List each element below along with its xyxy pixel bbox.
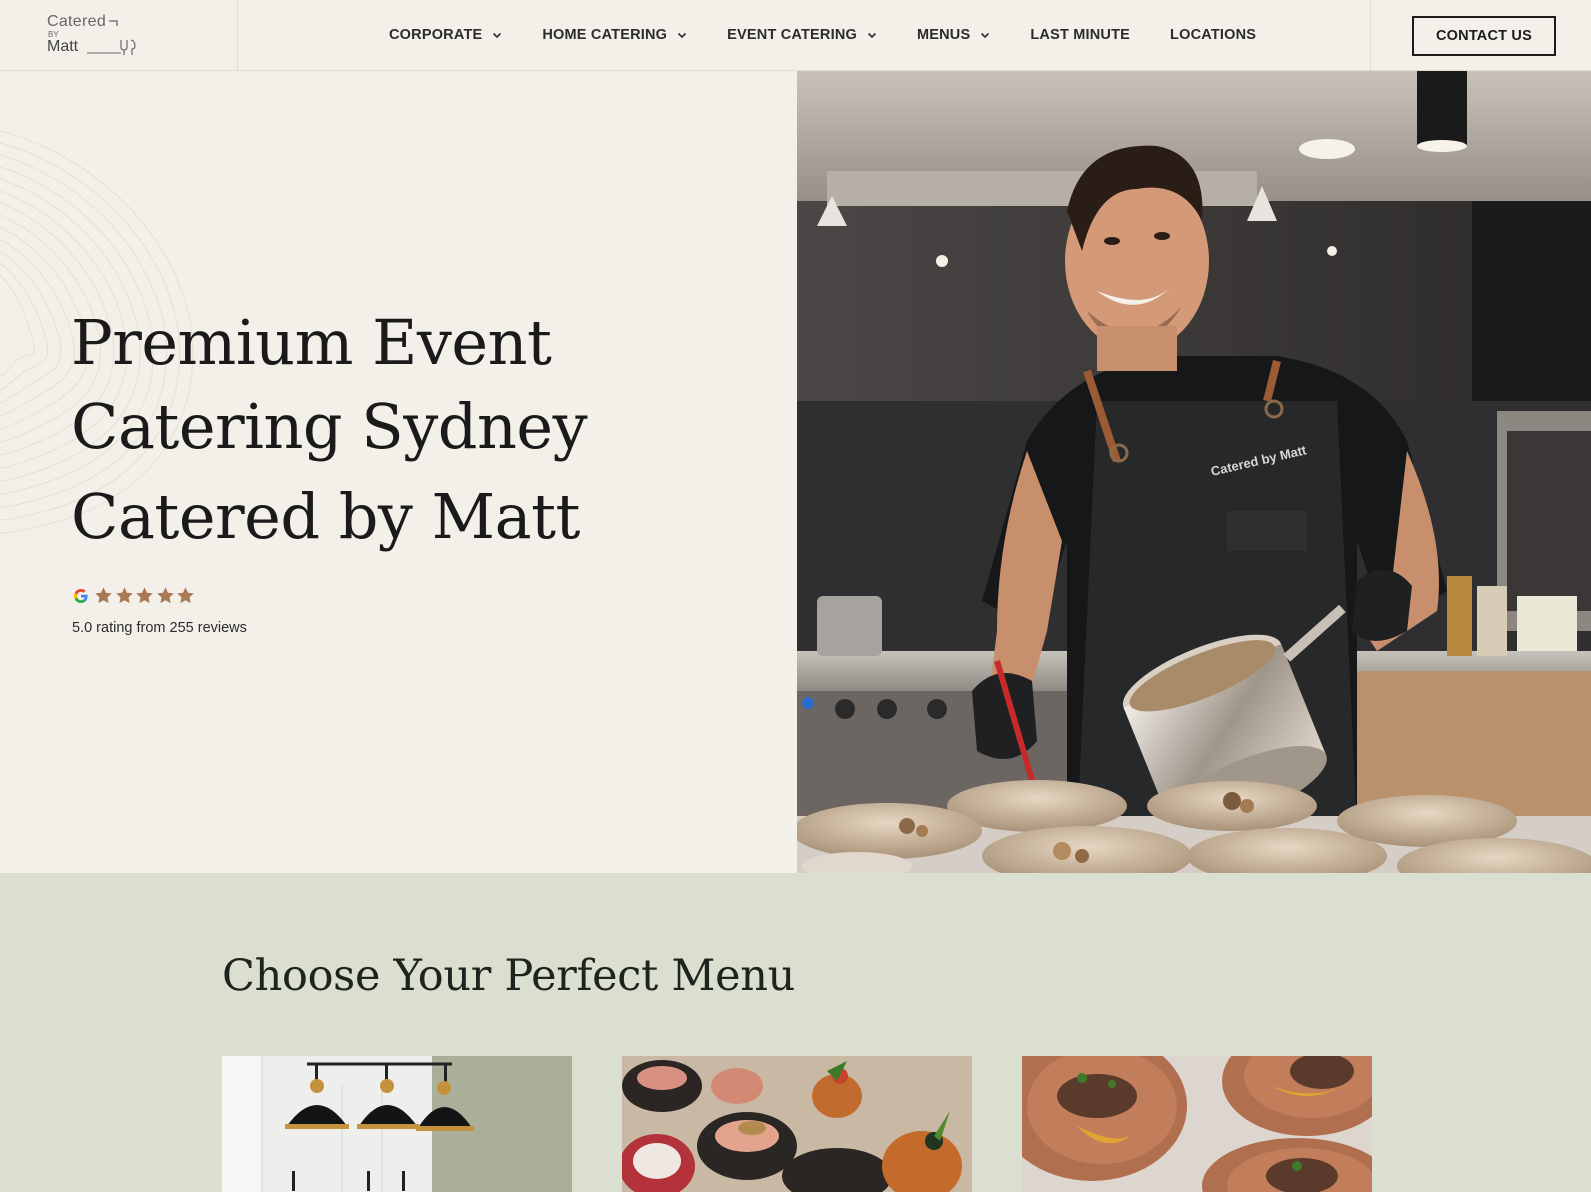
nav-item-corporate[interactable]: CORPORATE — [389, 27, 502, 43]
site-header: Catered BY Matt CORPORATE HOME CATERING … — [0, 0, 1591, 71]
nav-label: EVENT CATERING — [727, 27, 857, 43]
nav-item-event-catering[interactable]: EVENT CATERING — [727, 27, 877, 43]
logo-container: Catered BY Matt — [0, 0, 238, 70]
hero-text-panel: Premium Event Catering Sydney Catered by… — [0, 71, 797, 873]
chef-photo: Catered by Matt — [797, 71, 1591, 873]
star-icon — [177, 587, 194, 604]
hero-heading-line: Premium Event — [71, 306, 552, 379]
nav-label: HOME CATERING — [542, 27, 668, 43]
main-nav: CORPORATE HOME CATERING EVENT CATERING M… — [389, 0, 1296, 70]
hero-heading: Premium Event Catering Sydney Catered by… — [71, 301, 671, 559]
contact-us-button[interactable]: CONTACT US — [1412, 16, 1556, 56]
chevron-down-icon — [678, 32, 687, 39]
chevron-down-icon — [867, 32, 877, 39]
hero-heading-line: Catering Sydney — [71, 390, 588, 463]
site-logo[interactable]: Catered BY Matt — [47, 13, 157, 59]
nav-label: CORPORATE — [389, 27, 483, 43]
menu-card-canapes[interactable] — [622, 1056, 972, 1192]
menu-section: Choose Your Perfect Menu — [0, 873, 1591, 1192]
chevron-down-icon — [981, 32, 990, 39]
star-icon — [115, 587, 133, 604]
nav-label: LAST MINUTE — [1030, 27, 1131, 43]
chevron-down-icon — [493, 32, 502, 39]
star-icon — [136, 587, 153, 604]
menu-card-plated[interactable] — [1022, 1056, 1372, 1192]
section-heading: Choose Your Perfect Menu — [222, 951, 796, 1001]
plated-dishes-image — [1022, 1056, 1372, 1192]
header-cta-container: CONTACT US — [1370, 0, 1591, 70]
nav-item-locations[interactable]: LOCATIONS — [1170, 27, 1256, 43]
nav-item-home-catering[interactable]: HOME CATERING — [542, 27, 687, 43]
fork-icon — [87, 20, 136, 55]
star-icon — [95, 587, 112, 604]
hero-heading-line: Catered by Matt — [71, 480, 580, 553]
hero-chef-image: Catered by Matt — [797, 71, 1591, 873]
star-icon — [156, 587, 174, 604]
canapes-image — [622, 1056, 972, 1192]
nav-label: LOCATIONS — [1170, 27, 1257, 43]
menu-card-kitchen[interactable] — [222, 1056, 572, 1192]
nav-item-last-minute[interactable]: LAST MINUTE — [1030, 27, 1130, 43]
nav-label: MENUS — [916, 27, 971, 43]
google-rating[interactable] — [72, 586, 197, 605]
rating-caption: 5.0 rating from 255 reviews — [72, 620, 247, 636]
google-icon — [74, 588, 88, 603]
nav-item-menus[interactable]: MENUS — [917, 27, 990, 43]
kitchen-pendant-image — [222, 1056, 572, 1192]
